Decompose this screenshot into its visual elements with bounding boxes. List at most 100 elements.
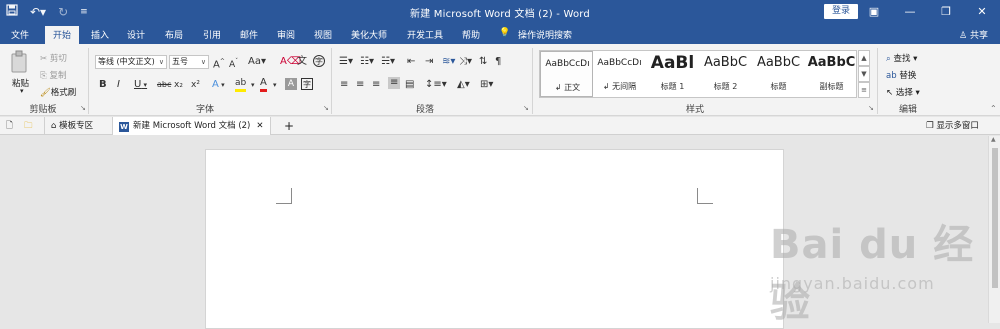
new-document-icon[interactable]: 🗋 — [6, 117, 13, 135]
show-hide-marks-icon[interactable]: ¶ — [495, 56, 501, 68]
tab-home[interactable]: 开始 — [45, 26, 80, 44]
copy-button[interactable]: ⎘ 复制 — [40, 69, 67, 81]
subscript-icon[interactable]: x₂ — [174, 79, 183, 91]
tab-beautify[interactable]: 美化大师 — [351, 28, 387, 41]
tab-design[interactable]: 设计 — [127, 28, 145, 41]
multilevel-list-icon[interactable]: ☵▾ — [381, 56, 395, 68]
ribbon-tab-bar: 文件 开始 插入 设计 布局 引用 邮件 审阅 视图 美化大师 开发工具 帮助 … — [0, 24, 1000, 44]
replace-button[interactable]: ab 替换 — [886, 69, 916, 81]
group-divider — [877, 48, 878, 114]
change-case-icon[interactable]: Aa▾ — [248, 56, 266, 68]
tab-insert[interactable]: 插入 — [91, 28, 109, 41]
italic-icon[interactable]: I — [117, 79, 120, 91]
tab-developer[interactable]: 开发工具 — [407, 28, 443, 41]
highlight-icon[interactable]: ab — [235, 77, 247, 92]
style-title[interactable]: AaBbC 标题 — [752, 51, 805, 97]
copy-icon: ⎘ — [40, 71, 50, 81]
more-styles-icon[interactable]: ≡ — [858, 82, 870, 98]
collapse-ribbon-icon[interactable]: ⌃ — [990, 104, 997, 113]
clipboard-launcher-icon[interactable]: ↘ — [80, 104, 86, 112]
restore-icon[interactable]: ❐ — [928, 0, 964, 24]
character-shading-icon[interactable]: A — [285, 78, 297, 90]
shrink-font-icon[interactable]: Aˇ — [229, 56, 238, 71]
scroll-up-icon[interactable]: ▲ — [991, 136, 996, 143]
tab-view[interactable]: 视图 — [314, 28, 332, 41]
cursor-icon: ↖ — [886, 88, 896, 98]
character-border-icon[interactable]: 字 — [301, 78, 313, 90]
styles-launcher-icon[interactable]: ↘ — [868, 104, 874, 112]
numbering-icon[interactable]: ☷▾ — [360, 56, 374, 68]
text-effects-icon[interactable]: A ▾ — [212, 79, 225, 91]
enclose-characters-icon[interactable]: 字 — [313, 55, 325, 67]
decrease-indent-icon[interactable]: ⇤ — [407, 56, 415, 68]
chevron-up-icon[interactable]: ▲ — [858, 50, 870, 66]
style-subtitle[interactable]: AaBbC 副标题 — [805, 51, 858, 97]
phonetic-guide-icon[interactable]: 文 — [297, 56, 307, 68]
tab-mailings[interactable]: 邮件 — [240, 28, 258, 41]
chinese-layout-icon[interactable]: ≋▾ — [442, 56, 455, 68]
find-button[interactable]: ⌕ 查找 ▾ — [886, 52, 917, 64]
cut-button[interactable]: ✂ 剪切 — [40, 52, 67, 64]
close-icon[interactable]: ✕ — [964, 0, 1000, 24]
highlight-dropdown-icon[interactable]: ▾ — [251, 79, 255, 91]
borders-icon[interactable]: ⊞▾ — [480, 79, 493, 91]
new-tab-icon[interactable]: + — [284, 117, 294, 135]
sort-icon[interactable]: ⤨▾ — [459, 56, 472, 68]
underline-icon[interactable]: U ▾ — [134, 79, 147, 91]
strikethrough-icon[interactable]: abc — [157, 79, 171, 91]
align-center-icon[interactable]: ≡ — [356, 79, 364, 91]
tab-review[interactable]: 审阅 — [277, 28, 295, 41]
document-page[interactable] — [205, 149, 784, 329]
scrollbar-thumb[interactable] — [992, 148, 998, 288]
paste-icon[interactable] — [10, 50, 30, 74]
paste-dropdown-icon[interactable]: ▾ — [20, 87, 24, 95]
show-multi-window-button[interactable]: ❐ 显示多窗口 — [926, 117, 979, 135]
style-normal[interactable]: AaBbCcDı ↲ 正文 — [540, 51, 593, 97]
format-painter-button[interactable]: 🖌格式刷 — [40, 86, 76, 98]
close-tab-icon[interactable]: ✕ — [256, 121, 263, 131]
minimize-icon[interactable]: — — [892, 0, 928, 24]
distributed-icon[interactable]: ▤ — [405, 79, 414, 91]
document-tab[interactable]: W 新建 Microsoft Word 文档 (2) ✕ — [112, 117, 271, 135]
justify-icon[interactable]: ≡ — [388, 77, 401, 89]
style-heading-2[interactable]: AaBbC 标题 2 — [699, 51, 752, 97]
chevron-down-icon[interactable]: ▼ — [858, 66, 870, 82]
line-spacing-icon[interactable]: ↕≡▾ — [425, 79, 447, 91]
superscript-icon[interactable]: x² — [191, 79, 200, 91]
editing-group-label: 编辑 — [898, 105, 917, 115]
lightbulb-icon: 💡 — [499, 28, 511, 38]
ribbon-display-options-icon[interactable]: ▣ — [856, 0, 892, 24]
templates-tab[interactable]: ⌂ 模板专区 — [44, 117, 99, 135]
style-no-spacing[interactable]: AaBbCcDı ↲ 无间隔 — [593, 51, 646, 97]
share-button[interactable]: ♙ 共享 — [959, 28, 988, 41]
font-size-select[interactable]: 五号 ∨ — [169, 55, 209, 69]
grow-font-icon[interactable]: A^ — [213, 56, 225, 71]
paragraph-group-label: 段落 — [415, 105, 434, 115]
tab-file[interactable]: 文件 — [11, 28, 29, 41]
align-left-icon[interactable]: ≡ — [340, 79, 348, 91]
increase-indent-icon[interactable]: ⇥ — [425, 56, 433, 68]
tab-layout[interactable]: 布局 — [165, 28, 183, 41]
group-divider — [331, 48, 332, 114]
styles-gallery: AaBbCcDı ↲ 正文 AaBbCcDı ↲ 无间隔 AaBl 标题 1 A… — [539, 50, 857, 98]
baidu-watermark: Bai du 经验 jingyan.baidu.com — [770, 212, 980, 326]
login-button[interactable]: 登录 — [824, 4, 858, 19]
tell-me-search[interactable]: 操作说明搜索 — [518, 28, 572, 41]
style-heading-1[interactable]: AaBl 标题 1 — [646, 51, 699, 97]
home-icon: ⌂ — [51, 121, 60, 131]
open-folder-icon[interactable]: 🗀 — [24, 117, 33, 135]
font-name-select[interactable]: 等线 (中文正文) ∨ — [95, 55, 167, 69]
vertical-scrollbar[interactable]: ▲ — [988, 136, 1000, 323]
bold-icon[interactable]: B — [99, 79, 107, 91]
font-launcher-icon[interactable]: ↘ — [323, 104, 329, 112]
bullets-icon[interactable]: ☰▾ — [339, 56, 353, 68]
sort-az-icon[interactable]: ⇅ — [479, 56, 487, 68]
paragraph-launcher-icon[interactable]: ↘ — [523, 104, 529, 112]
shading-icon[interactable]: ◭▾ — [457, 79, 470, 91]
font-color-icon[interactable]: A — [260, 77, 267, 92]
font-color-dropdown-icon[interactable]: ▾ — [273, 79, 277, 91]
select-button[interactable]: ↖ 选择 ▾ — [886, 86, 920, 98]
tab-references[interactable]: 引用 — [203, 28, 221, 41]
tab-help[interactable]: 帮助 — [462, 28, 480, 41]
align-right-icon[interactable]: ≡ — [372, 79, 380, 91]
